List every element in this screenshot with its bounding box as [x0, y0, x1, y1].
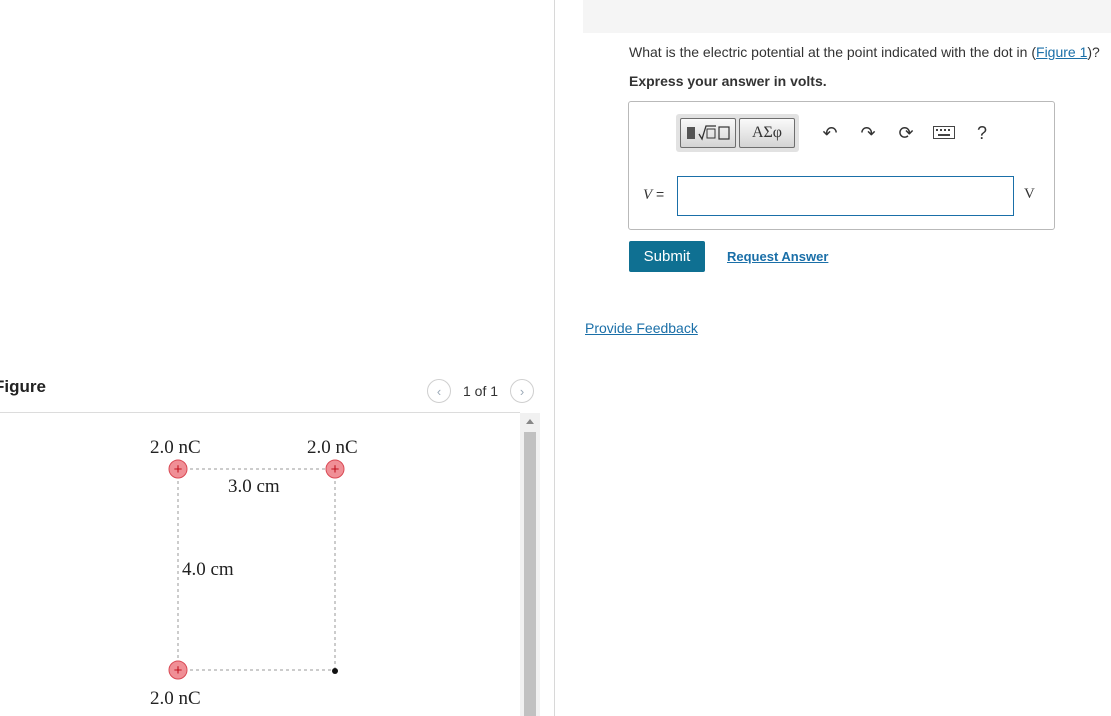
figure-scrollbar[interactable] [520, 413, 540, 716]
submit-button[interactable]: Submit [629, 241, 705, 272]
scrollbar-thumb[interactable] [524, 432, 536, 716]
figure-title: Figure [0, 377, 46, 396]
next-figure-button[interactable]: › [510, 379, 535, 403]
svg-text:+: + [174, 662, 183, 679]
request-answer-link[interactable]: Request Answer [727, 249, 828, 264]
potential-point-dot [332, 668, 338, 674]
math-toolbar: ΑΣφ ↶ ↷ ⟳ ? [676, 114, 997, 152]
help-button[interactable]: ? [967, 123, 997, 144]
templates-button[interactable] [680, 118, 736, 148]
variable-label: V = [643, 186, 665, 203]
answer-input[interactable] [677, 176, 1014, 216]
charge-diagram: + + + 2.0 nC 2.0 nC 3.0 cm 4.0 cm 2.0 nC [150, 437, 358, 709]
redo-icon[interactable]: ↷ [853, 123, 883, 144]
templates-icon [687, 125, 730, 141]
chevron-left-icon: ‹ [436, 383, 442, 399]
charge-label-bottom-left: 2.0 nC [150, 688, 201, 709]
horizontal-distance-label: 3.0 cm [228, 476, 280, 497]
vertical-distance-label: 4.0 cm [182, 559, 234, 580]
reset-icon[interactable]: ⟳ [891, 123, 921, 144]
symbols-button[interactable]: ΑΣφ [739, 118, 795, 148]
keyboard-icon[interactable] [929, 123, 959, 144]
figure-pager: ‹ 1 of 1 › [427, 379, 535, 403]
part-header-band [583, 0, 1111, 33]
svg-text:+: + [331, 461, 340, 478]
panel-divider [554, 0, 555, 716]
question-text: What is the electric potential at the po… [629, 44, 1100, 60]
unit-label: V [1024, 186, 1035, 202]
charge-label-top-left: 2.0 nC [150, 437, 201, 458]
chevron-right-icon: › [519, 383, 525, 399]
provide-feedback-link[interactable]: Provide Feedback [585, 320, 698, 336]
pager-count: 1 of 1 [463, 383, 499, 399]
charge-label-top-right: 2.0 nC [307, 437, 358, 458]
charge-top-right: + [325, 459, 345, 479]
answer-instruction: Express your answer in volts. [629, 73, 827, 89]
undo-icon[interactable]: ↶ [815, 123, 845, 144]
charge-bottom-left: + [168, 660, 188, 680]
figure-link[interactable]: Figure 1 [1036, 44, 1087, 60]
charge-top-left: + [168, 459, 188, 479]
svg-text:+: + [174, 461, 183, 478]
toolbar-button-group: ΑΣφ [676, 114, 799, 152]
scroll-up-arrow-icon[interactable] [526, 419, 534, 424]
prev-figure-button[interactable]: ‹ [427, 379, 451, 403]
